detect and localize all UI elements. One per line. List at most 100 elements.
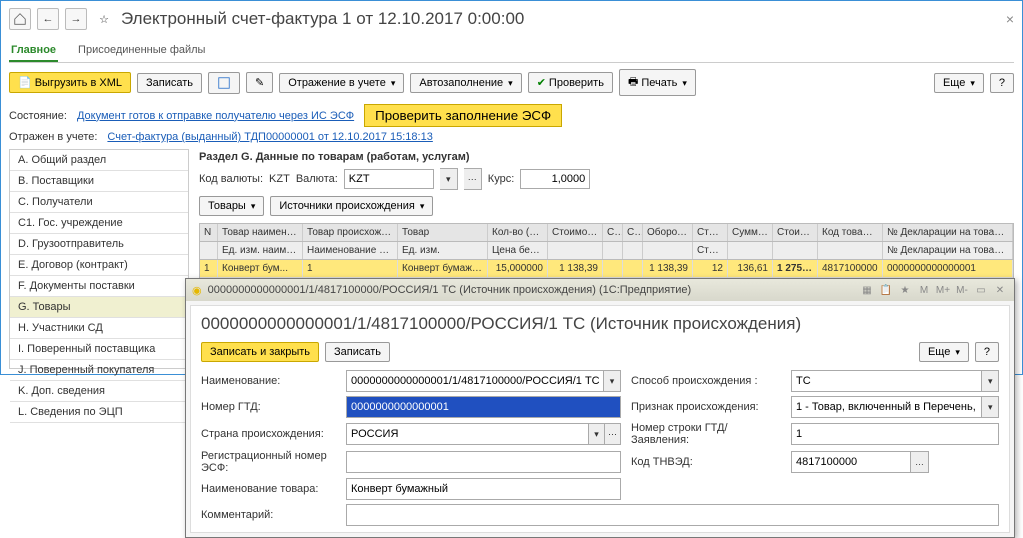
toolbar: 📄Выгрузить в XML Записать ✎ Отражение в … [9,63,1014,102]
star-icon[interactable]: ☆ [93,8,115,30]
home-icon[interactable] [9,8,31,30]
forward-icon[interactable]: → [65,8,87,30]
fld-name[interactable] [346,370,604,392]
col-subheader: Цена без налогов [488,242,548,259]
sidebar-item[interactable]: L. Сведения по ЭЦП [10,402,188,423]
sidebar-item[interactable]: F. Документы поставки [10,276,188,297]
reflected-link[interactable]: Счет-фактура (выданный) ТДП00000001 от 1… [107,131,432,143]
dlg-help-button[interactable]: ? [975,342,999,362]
origin-tab-button[interactable]: Источники происхождения [270,196,433,216]
dlg-more-button[interactable]: Еще [919,342,969,362]
fld-goods-name[interactable] [346,478,621,500]
cell: 0000000000000001 [883,260,1013,277]
tb-mplus[interactable]: M+ [935,282,951,298]
state-link[interactable]: Документ готов к отправке получателю чер… [77,110,354,122]
tb-mminus[interactable]: M- [954,282,970,298]
col-header[interactable]: С... [603,224,623,241]
fld-feature[interactable] [791,396,982,418]
save-button[interactable]: Записать [137,73,202,93]
fld-country-open-icon[interactable]: ⋯ [605,423,621,445]
autofill-button[interactable]: Автозаполнение [410,73,521,93]
col-header[interactable]: Код товара... [818,224,883,241]
col-header[interactable]: Сумма НДС [728,224,773,241]
dlg-save-close-button[interactable]: Записать и закрыть [201,342,319,362]
sidebar-item[interactable]: B. Поставщики [10,171,188,192]
sidebar-item[interactable]: D. Грузоотправитель [10,234,188,255]
edit-icon[interactable]: ✎ [246,72,273,93]
dialog-titlebar: ◉ 0000000000000001/1/4817100000/РОССИЯ/1… [186,279,1014,301]
fld-tnved-open-icon[interactable]: … [911,451,929,473]
close-icon[interactable]: × [1006,11,1014,27]
sidebar-item[interactable]: K. Доп. сведения [10,381,188,402]
fld-gtd[interactable] [346,396,621,418]
fld-method-drop-icon[interactable]: ▾ [982,370,999,392]
fld-comment[interactable] [346,504,999,526]
tb-close-icon[interactable]: ✕ [992,282,1008,298]
fld-esf-reg[interactable] [346,451,621,473]
fld-method[interactable] [791,370,982,392]
col-header[interactable]: Товар происхождения [303,224,398,241]
sidebar-item[interactable]: I. Поверенный поставщика [10,339,188,360]
sidebar-item[interactable]: H. Участники СД [10,318,188,339]
col-header[interactable]: Ста... НДС [693,224,728,241]
dialog-form: Наименование: ▾ Способ происхождения : ▾… [201,370,999,526]
dlg-save-button[interactable]: Записать [325,342,390,362]
cell: 4817100000 [818,260,883,277]
sidebar-item[interactable]: C. Получатели [10,192,188,213]
reflect-button[interactable]: Отражение в учете [279,73,404,93]
export-xml-button[interactable]: 📄Выгрузить в XML [9,72,131,93]
col-header[interactable]: № Декларации на товары, заявл [883,224,1013,241]
goods-tab-button[interactable]: Товары [199,196,264,216]
cell: Конверт бумажный [398,260,488,277]
col-header[interactable]: Товар наименование [218,224,303,241]
col-header[interactable]: С... [623,224,643,241]
print-button[interactable]: 🖶 Печать [619,69,696,96]
help-button[interactable]: ? [990,73,1014,93]
col-subheader [603,242,623,259]
tb-min-icon[interactable]: ▭ [973,282,989,298]
tab-files[interactable]: Присоединенные файлы [76,40,207,62]
col-subheader [623,242,643,259]
sidebar-item[interactable]: C1. Гос. учреждение [10,213,188,234]
sidebar-item[interactable]: G. Товары [10,297,188,318]
tabs: Главное Присоединенные файлы [9,36,1014,63]
check-fill-button[interactable]: Проверить заполнение ЭСФ [364,104,562,127]
fld-country-drop-icon[interactable]: ▾ [589,423,605,445]
back-icon[interactable]: ← [37,8,59,30]
check-button[interactable]: ✔Проверить [528,72,613,93]
tab-main[interactable]: Главное [9,40,58,62]
fld-tnved[interactable] [791,451,911,473]
fld-feature-drop-icon[interactable]: ▾ [982,396,999,418]
sidebar-item[interactable]: A. Общий раздел [10,150,188,171]
fld-country[interactable] [346,423,589,445]
cell [603,260,623,277]
col-subheader: № Декларации на товары, заявл [883,242,1013,259]
fld-name-drop-icon[interactable]: ▾ [604,370,621,392]
col-header[interactable]: Товар [398,224,488,241]
tb-m[interactable]: M [916,282,932,298]
lbl-tnved: Код ТНВЭД: [631,456,781,468]
dialog-toolbar: Записать и закрыть Записать Еще ? [201,342,999,370]
tool-icon-1[interactable] [208,72,240,94]
col-header[interactable]: Стоимость без ... [548,224,603,241]
currency-dropdown-icon[interactable]: ▾ [440,168,458,190]
sidebar-item[interactable]: J. Поверенный покупателя [10,360,188,381]
col-header[interactable]: Кол-во (объем) [488,224,548,241]
currency-input[interactable] [344,169,434,189]
col-header[interactable]: Оборот по... [643,224,693,241]
currency-open-icon[interactable]: ⋯ [464,168,482,190]
fld-gtd-line[interactable] [791,423,999,445]
sidebar-item[interactable]: E. Договор (контракт) [10,255,188,276]
tb-fav-icon[interactable]: ★ [897,282,913,298]
tb-calendar-icon[interactable]: 📋 [878,282,894,298]
grid-toolbar: Товары Источники происхождения [199,193,1014,219]
table-row[interactable]: 1Конверт бум...1Конверт бумажный15,00000… [200,260,1013,278]
lbl-method: Способ происхождения : [631,375,781,387]
tb-calc-icon[interactable]: ▦ [859,282,875,298]
col-header[interactable]: N [200,224,218,241]
rate-input[interactable] [520,169,590,189]
more-button[interactable]: Еще [934,73,984,93]
currency-code-label: Код валюты: [199,173,263,185]
lbl-goods-name: Наименование товара: [201,483,336,495]
col-header[interactable]: Стоим... [773,224,818,241]
